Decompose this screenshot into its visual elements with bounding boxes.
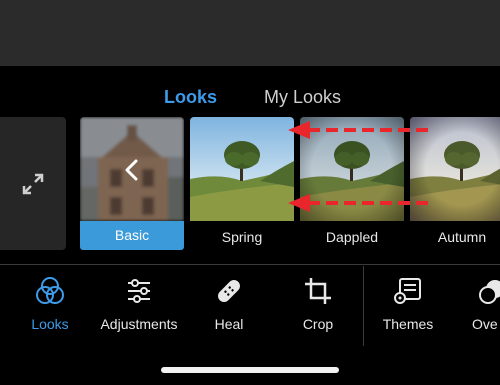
look-label: Spring	[221, 229, 263, 245]
look-label: Dappled	[325, 229, 379, 245]
tool-overlays-label: Ove	[472, 316, 498, 332]
tool-crop[interactable]: Crop	[273, 275, 363, 335]
photo-canvas-area	[0, 0, 500, 66]
tool-heal[interactable]: Heal	[184, 275, 274, 335]
crop-icon	[273, 275, 363, 307]
annotation-arrow-lower	[288, 194, 428, 212]
look-spring-thumbnail	[190, 117, 294, 221]
sliders-icon	[94, 275, 184, 307]
tool-adjustments-label: Adjustments	[100, 316, 178, 332]
tool-looks-label: Looks	[31, 316, 69, 332]
look-label: Basic	[80, 221, 184, 250]
tool-heal-label: Heal	[214, 316, 244, 332]
overlays-icon	[453, 275, 500, 307]
tab-looks[interactable]: Looks	[164, 86, 217, 108]
tool-adjustments[interactable]: Adjustments	[94, 275, 184, 335]
tool-themes-label: Themes	[382, 316, 434, 332]
tool-themes[interactable]: Themes	[363, 275, 453, 335]
looks-icon	[5, 275, 95, 307]
tab-my-looks[interactable]: My Looks	[264, 86, 341, 108]
chevron-left-icon[interactable]	[122, 159, 142, 181]
tool-overlays[interactable]: Ove	[453, 275, 500, 335]
toolbar-divider	[0, 264, 500, 265]
tool-looks[interactable]: Looks	[5, 275, 95, 335]
look-basic[interactable]: Basic	[80, 117, 184, 250]
looks-tabs: Looks My Looks	[0, 86, 500, 108]
look-label: Autumn	[437, 229, 487, 245]
look-spring[interactable]: Spring	[190, 117, 294, 250]
bandage-icon	[184, 275, 274, 307]
tool-crop-label: Crop	[302, 316, 334, 332]
expand-icon	[22, 173, 44, 195]
themes-icon	[363, 275, 453, 307]
home-indicator	[161, 367, 339, 373]
annotation-arrow-upper	[288, 121, 428, 139]
